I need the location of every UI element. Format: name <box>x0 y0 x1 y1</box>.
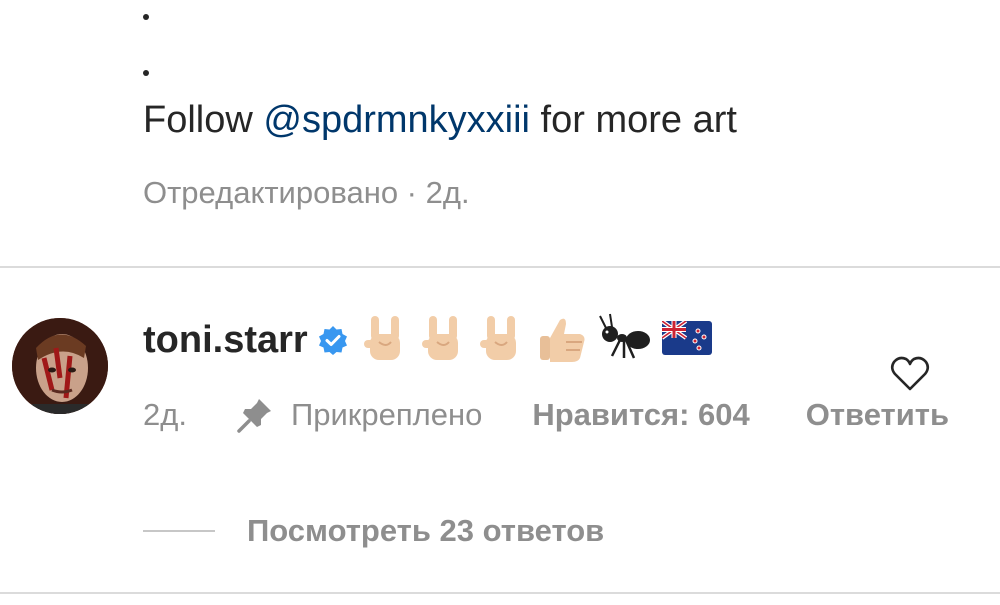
caption-dot <box>143 70 149 76</box>
comment-username[interactable]: toni.starr <box>143 319 308 362</box>
view-replies-label: Посмотреть 23 ответов <box>247 513 605 548</box>
view-replies-button[interactable]: Посмотреть 23 ответов <box>143 508 604 554</box>
pinned-label: Прикреплено <box>290 397 483 432</box>
likes-count-button[interactable]: Нравится: 604 <box>532 397 749 433</box>
replies-line <box>143 530 215 532</box>
comment-meta: 2д. Прикреплено Нравится: 604 Ответить <box>143 392 949 438</box>
caption-text: for more art <box>530 99 737 141</box>
rock-on-hand-icon <box>362 312 410 369</box>
rock-on-hand-icon <box>420 312 468 369</box>
flag-new-zealand-icon <box>660 318 712 360</box>
pin-icon <box>237 399 271 433</box>
avatar[interactable] <box>12 318 108 414</box>
post-edited-meta: Отредактировано · 2д. <box>143 175 470 210</box>
comment-emojis <box>362 312 712 369</box>
ant-icon <box>598 312 652 369</box>
divider <box>0 592 1000 594</box>
rock-on-hand-icon <box>478 312 526 369</box>
post-caption: Follow @spdrmnkyxxiii for more art <box>143 96 737 144</box>
reply-button[interactable]: Ответить <box>806 397 949 433</box>
pinned-indicator: Прикреплено <box>235 395 482 435</box>
verified-badge-icon <box>318 325 348 355</box>
caption-text: Follow <box>143 99 264 141</box>
like-heart-icon[interactable] <box>890 356 930 392</box>
caption-dot <box>143 14 149 20</box>
comment-header: toni.starr <box>143 312 712 368</box>
caption-mention-link[interactable]: @spdrmnkyxxiii <box>263 99 530 141</box>
thumbs-up-icon <box>536 312 588 369</box>
avatar-image <box>12 318 108 414</box>
comment-time: 2д. <box>143 397 187 432</box>
divider <box>0 266 1000 268</box>
